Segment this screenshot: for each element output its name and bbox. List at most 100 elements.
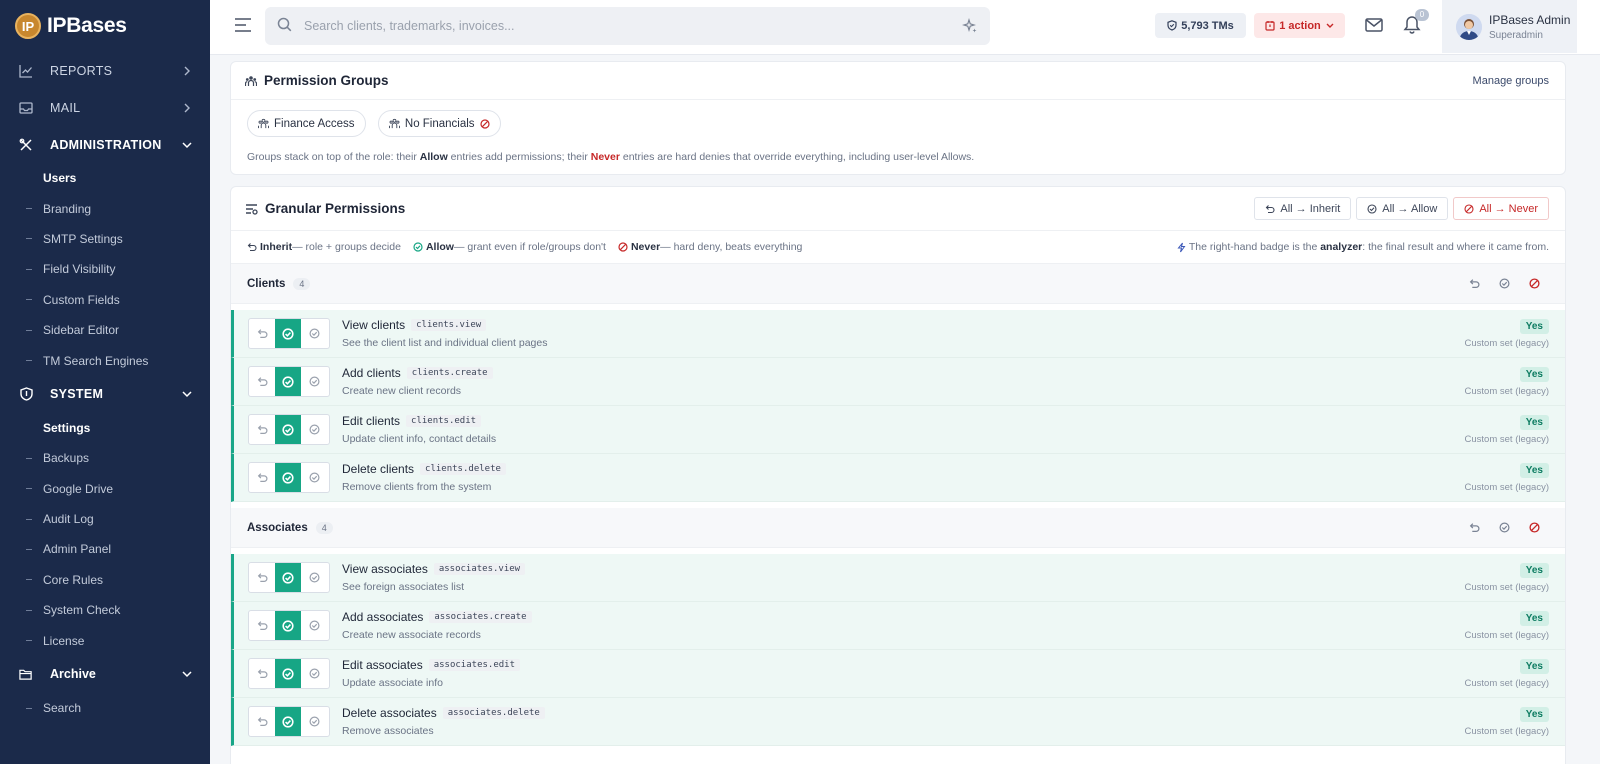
all-allow-button[interactable]: All → Allow xyxy=(1356,197,1449,220)
inherit-toggle-icon[interactable] xyxy=(249,611,275,640)
sidebar-item-license[interactable]: License xyxy=(0,625,210,655)
chevron-down-icon xyxy=(182,140,192,150)
sidebar-section-mail[interactable]: MAIL xyxy=(0,89,210,126)
sparkle-icon[interactable] xyxy=(962,18,978,34)
group-inherit-icon[interactable] xyxy=(1459,522,1489,533)
sidebar-item-audit-log[interactable]: Audit Log xyxy=(0,504,210,534)
permission-toggle xyxy=(248,562,330,593)
allow-toggle-icon[interactable] xyxy=(275,563,301,592)
group-allow-icon[interactable] xyxy=(1489,278,1519,289)
sidebar-item-label: Search xyxy=(43,701,82,716)
chevron-down-icon xyxy=(182,389,192,399)
legend-allow: Allow — grant even if role/groups don't xyxy=(413,241,606,253)
group-name: Associates xyxy=(247,521,308,534)
sidebar-section-archive[interactable]: Archive xyxy=(0,656,210,693)
group-allow-icon[interactable] xyxy=(1489,522,1519,533)
manage-groups-link[interactable]: Manage groups xyxy=(1473,75,1549,87)
user-name: IPBases Admin xyxy=(1489,12,1571,27)
sidebar-item-google-drive[interactable]: Google Drive xyxy=(0,474,210,504)
inherit-toggle-icon[interactable] xyxy=(249,367,275,396)
result-badge: Yes xyxy=(1519,367,1549,382)
never-toggle-icon[interactable] xyxy=(301,463,327,492)
group-inherit-icon[interactable] xyxy=(1459,278,1489,289)
allow-toggle-icon[interactable] xyxy=(275,367,301,396)
sidebar-item-system-check[interactable]: System Check xyxy=(0,595,210,625)
check-circle-icon xyxy=(413,242,423,252)
notification-count-badge: 0 xyxy=(1415,9,1429,21)
trademark-count-badge[interactable]: 5,793 TMs xyxy=(1155,13,1246,38)
menu-toggle-icon[interactable] xyxy=(234,18,252,32)
sidebar-item-field-visibility[interactable]: Field Visibility xyxy=(0,254,210,284)
inherit-toggle-icon[interactable] xyxy=(249,707,275,736)
permission-legend: Inherit — role + groups decide Allow — g… xyxy=(231,231,1565,264)
search-icon xyxy=(277,17,292,35)
group-chip-no-financials[interactable]: No Financials xyxy=(377,110,501,137)
sidebar-section-system[interactable]: SYSTEM xyxy=(0,376,210,413)
sidebar-item-admin-panel[interactable]: Admin Panel xyxy=(0,534,210,564)
permission-name: Add clients xyxy=(342,366,401,380)
sidebar-item-tm-search-engines[interactable]: TM Search Engines xyxy=(0,345,210,375)
avatar xyxy=(1456,13,1482,40)
sidebar-item-branding[interactable]: Branding xyxy=(0,193,210,223)
shield-icon xyxy=(19,387,33,401)
sidebar-item-sidebar-editor[interactable]: Sidebar Editor xyxy=(0,315,210,345)
search-input[interactable] xyxy=(304,19,962,33)
inherit-toggle-icon[interactable] xyxy=(249,319,275,348)
group-count-badge: 4 xyxy=(315,521,333,534)
sidebar-item-backups[interactable]: Backups xyxy=(0,443,210,473)
allow-toggle-icon[interactable] xyxy=(275,319,301,348)
never-toggle-icon[interactable] xyxy=(301,415,327,444)
brand-logo[interactable]: IP IPBases xyxy=(0,0,210,52)
sidebar-item-settings[interactable]: Settings xyxy=(0,413,210,443)
inherit-toggle-icon[interactable] xyxy=(249,463,275,492)
never-toggle-icon[interactable] xyxy=(301,659,327,688)
note-never-word: Never xyxy=(590,151,620,163)
sidebar-section-reports[interactable]: REPORTS xyxy=(0,52,210,89)
sidebar-item-search[interactable]: Search xyxy=(0,693,210,723)
inherit-toggle-icon[interactable] xyxy=(249,415,275,444)
topbar: 5,793 TMs 1 action 0 IPBases Admin Super… xyxy=(210,0,1600,55)
prohibited-icon xyxy=(479,118,490,129)
sidebar-section-label: Archive xyxy=(50,667,96,682)
permission-description: See foreign associates list xyxy=(342,581,464,593)
sidebar-item-smtp-settings[interactable]: SMTP Settings xyxy=(0,224,210,254)
allow-toggle-icon[interactable] xyxy=(275,707,301,736)
sidebar-item-users[interactable]: Users xyxy=(0,163,210,193)
permission-code: associates.create xyxy=(429,611,532,623)
inherit-toggle-icon[interactable] xyxy=(249,659,275,688)
sliders-icon xyxy=(245,203,258,215)
sidebar-item-core-rules[interactable]: Core Rules xyxy=(0,565,210,595)
chevron-right-icon xyxy=(182,103,192,113)
sidebar-item-custom-fields[interactable]: Custom Fields xyxy=(0,285,210,315)
never-toggle-icon[interactable] xyxy=(301,611,327,640)
button-label: All → Inherit xyxy=(1280,202,1341,215)
permission-toggle xyxy=(248,706,330,737)
action-required-badge[interactable]: 1 action xyxy=(1254,13,1345,38)
group-never-icon[interactable] xyxy=(1519,278,1549,289)
sidebar-section-administration[interactable]: ADMINISTRATION xyxy=(0,126,210,163)
result-source: Custom set (legacy) xyxy=(1464,482,1549,493)
group-chip-finance-access[interactable]: Finance Access xyxy=(247,110,366,137)
prohibited-icon xyxy=(1464,203,1474,214)
group-never-icon[interactable] xyxy=(1519,522,1549,533)
mail-icon[interactable] xyxy=(1365,17,1383,35)
permission-name: Add associates xyxy=(342,610,424,624)
legend-text: : the final result and where it came fro… xyxy=(1362,241,1549,253)
inherit-toggle-icon[interactable] xyxy=(249,563,275,592)
sidebar-item-label: TM Search Engines xyxy=(43,353,149,368)
never-toggle-icon[interactable] xyxy=(301,319,327,348)
sidebar-section-label: REPORTS xyxy=(50,63,113,78)
allow-toggle-icon[interactable] xyxy=(275,415,301,444)
never-toggle-icon[interactable] xyxy=(301,563,327,592)
all-inherit-button[interactable]: All → Inherit xyxy=(1254,197,1352,220)
never-toggle-icon[interactable] xyxy=(301,367,327,396)
user-menu[interactable]: IPBases Admin Superadmin xyxy=(1442,0,1577,53)
never-toggle-icon[interactable] xyxy=(301,707,327,736)
allow-toggle-icon[interactable] xyxy=(275,463,301,492)
permission-description: Create new associate records xyxy=(342,629,481,641)
permission-groups-title: Permission Groups xyxy=(264,73,389,88)
all-never-button[interactable]: All → Never xyxy=(1453,197,1549,220)
chevron-down-icon xyxy=(182,669,192,679)
allow-toggle-icon[interactable] xyxy=(275,659,301,688)
allow-toggle-icon[interactable] xyxy=(275,611,301,640)
